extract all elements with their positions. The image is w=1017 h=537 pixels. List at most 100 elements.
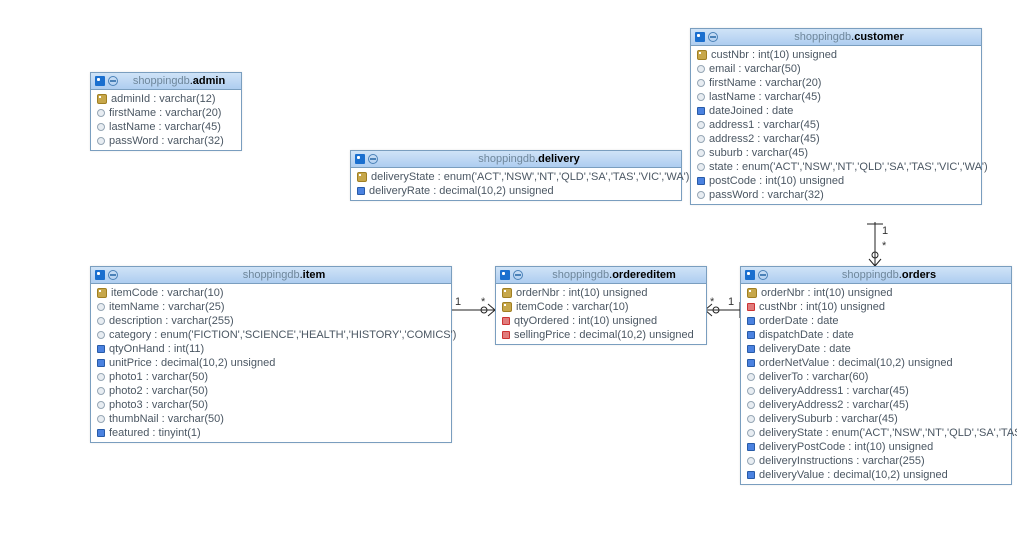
- column-icon: [697, 107, 705, 115]
- entity-admin[interactable]: shoppingdb.admin adminId : varchar(12)fi…: [90, 72, 242, 151]
- column-row[interactable]: category : enum('FICTION','SCIENCE','HEA…: [91, 328, 451, 342]
- column-row[interactable]: deliveryValue : decimal(10,2) unsigned: [741, 468, 1011, 482]
- column-row[interactable]: sellingPrice : decimal(10,2) unsigned: [496, 328, 706, 342]
- collapse-icon[interactable]: [758, 270, 768, 280]
- column-row[interactable]: deliveryState : enum('ACT','NSW','NT','Q…: [741, 426, 1011, 440]
- entity-header[interactable]: shoppingdb.admin: [91, 73, 241, 90]
- column-row[interactable]: custNbr : int(10) unsigned: [741, 300, 1011, 314]
- column-row[interactable]: firstName : varchar(20): [91, 106, 241, 120]
- column-icon: [747, 429, 755, 437]
- table-name: ordereditem: [612, 269, 676, 281]
- column-icon: [747, 373, 755, 381]
- table-icon: [745, 270, 755, 280]
- column-row[interactable]: orderNbr : int(10) unsigned: [496, 286, 706, 300]
- column-row[interactable]: deliveryPostCode : int(10) unsigned: [741, 440, 1011, 454]
- entity-header[interactable]: shoppingdb.item: [91, 267, 451, 284]
- column-row[interactable]: dateJoined : date: [691, 104, 981, 118]
- column-row[interactable]: deliveryState : enum('ACT','NSW','NT','Q…: [351, 170, 681, 184]
- cardinality-label: 1: [882, 225, 888, 237]
- column-text: passWord : varchar(32): [109, 135, 224, 147]
- column-row[interactable]: deliverySuburb : varchar(45): [741, 412, 1011, 426]
- table-icon: [500, 270, 510, 280]
- column-row[interactable]: custNbr : int(10) unsigned: [691, 48, 981, 62]
- column-icon: [747, 415, 755, 423]
- column-text: lastName : varchar(45): [109, 121, 221, 133]
- column-row[interactable]: lastName : varchar(45): [691, 90, 981, 104]
- column-icon: [97, 359, 105, 367]
- column-row[interactable]: qtyOnHand : int(11): [91, 342, 451, 356]
- collapse-icon[interactable]: [708, 32, 718, 42]
- column-icon: [747, 443, 755, 451]
- table-icon: [95, 76, 105, 86]
- column-text: category : enum('FICTION','SCIENCE','HEA…: [109, 329, 456, 341]
- column-icon: [357, 187, 365, 195]
- column-text: deliveryInstructions : varchar(255): [759, 455, 925, 467]
- column-row[interactable]: address1 : varchar(45): [691, 118, 981, 132]
- entity-ordereditem[interactable]: shoppingdb.ordereditem orderNbr : int(10…: [495, 266, 707, 345]
- column-row[interactable]: featured : tinyint(1): [91, 426, 451, 440]
- column-row[interactable]: deliveryInstructions : varchar(255): [741, 454, 1011, 468]
- column-text: itemCode : varchar(10): [516, 301, 629, 313]
- column-text: sellingPrice : decimal(10,2) unsigned: [514, 329, 694, 341]
- entity-header[interactable]: shoppingdb.customer: [691, 29, 981, 46]
- column-row[interactable]: qtyOrdered : int(10) unsigned: [496, 314, 706, 328]
- column-row[interactable]: suburb : varchar(45): [691, 146, 981, 160]
- column-row[interactable]: dispatchDate : date: [741, 328, 1011, 342]
- column-row[interactable]: deliveryAddress2 : varchar(45): [741, 398, 1011, 412]
- column-row[interactable]: thumbNail : varchar(50): [91, 412, 451, 426]
- column-row[interactable]: firstName : varchar(20): [691, 76, 981, 90]
- entity-delivery[interactable]: shoppingdb.delivery deliveryState : enum…: [350, 150, 682, 201]
- collapse-icon[interactable]: [513, 270, 523, 280]
- table-icon: [355, 154, 365, 164]
- column-row[interactable]: description : varchar(255): [91, 314, 451, 328]
- column-row[interactable]: address2 : varchar(45): [691, 132, 981, 146]
- column-row[interactable]: photo2 : varchar(50): [91, 384, 451, 398]
- column-text: photo2 : varchar(50): [109, 385, 208, 397]
- column-row[interactable]: orderDate : date: [741, 314, 1011, 328]
- column-row[interactable]: itemCode : varchar(10): [91, 286, 451, 300]
- column-row[interactable]: photo1 : varchar(50): [91, 370, 451, 384]
- column-row[interactable]: passWord : varchar(32): [691, 188, 981, 202]
- entity-header[interactable]: shoppingdb.ordereditem: [496, 267, 706, 284]
- column-text: firstName : varchar(20): [109, 107, 221, 119]
- column-row[interactable]: state : enum('ACT','NSW','NT','QLD','SA'…: [691, 160, 981, 174]
- column-row[interactable]: deliveryRate : decimal(10,2) unsigned: [351, 184, 681, 198]
- foreign-key-icon: [747, 303, 755, 311]
- column-row[interactable]: deliveryAddress1 : varchar(45): [741, 384, 1011, 398]
- column-icon: [747, 471, 755, 479]
- entity-header[interactable]: shoppingdb.orders: [741, 267, 1011, 284]
- column-row[interactable]: itemName : varchar(25): [91, 300, 451, 314]
- entity-item[interactable]: shoppingdb.item itemCode : varchar(10)it…: [90, 266, 452, 443]
- collapse-icon[interactable]: [368, 154, 378, 164]
- column-icon: [697, 121, 705, 129]
- column-text: unitPrice : decimal(10,2) unsigned: [109, 357, 275, 369]
- column-row[interactable]: passWord : varchar(32): [91, 134, 241, 148]
- column-row[interactable]: postCode : int(10) unsigned: [691, 174, 981, 188]
- column-row[interactable]: orderNetValue : decimal(10,2) unsigned: [741, 356, 1011, 370]
- column-row[interactable]: photo3 : varchar(50): [91, 398, 451, 412]
- column-text: lastName : varchar(45): [709, 91, 821, 103]
- entity-header[interactable]: shoppingdb.delivery: [351, 151, 681, 168]
- collapse-icon[interactable]: [108, 270, 118, 280]
- column-text: deliverySuburb : varchar(45): [759, 413, 898, 425]
- column-row[interactable]: email : varchar(50): [691, 62, 981, 76]
- table-name: admin: [193, 75, 225, 87]
- column-text: dateJoined : date: [709, 105, 793, 117]
- column-row[interactable]: itemCode : varchar(10): [496, 300, 706, 314]
- column-text: address1 : varchar(45): [709, 119, 820, 131]
- column-row[interactable]: adminId : varchar(12): [91, 92, 241, 106]
- primary-key-icon: [747, 288, 757, 298]
- schema-label: shoppingdb: [552, 269, 609, 281]
- collapse-icon[interactable]: [108, 76, 118, 86]
- column-icon: [747, 345, 755, 353]
- column-text: description : varchar(255): [109, 315, 234, 327]
- column-icon: [97, 373, 105, 381]
- column-row[interactable]: deliverTo : varchar(60): [741, 370, 1011, 384]
- entity-customer[interactable]: shoppingdb.customer custNbr : int(10) un…: [690, 28, 982, 205]
- entity-orders[interactable]: shoppingdb.orders orderNbr : int(10) uns…: [740, 266, 1012, 485]
- column-icon: [747, 317, 755, 325]
- column-row[interactable]: lastName : varchar(45): [91, 120, 241, 134]
- column-row[interactable]: deliveryDate : date: [741, 342, 1011, 356]
- column-row[interactable]: unitPrice : decimal(10,2) unsigned: [91, 356, 451, 370]
- column-row[interactable]: orderNbr : int(10) unsigned: [741, 286, 1011, 300]
